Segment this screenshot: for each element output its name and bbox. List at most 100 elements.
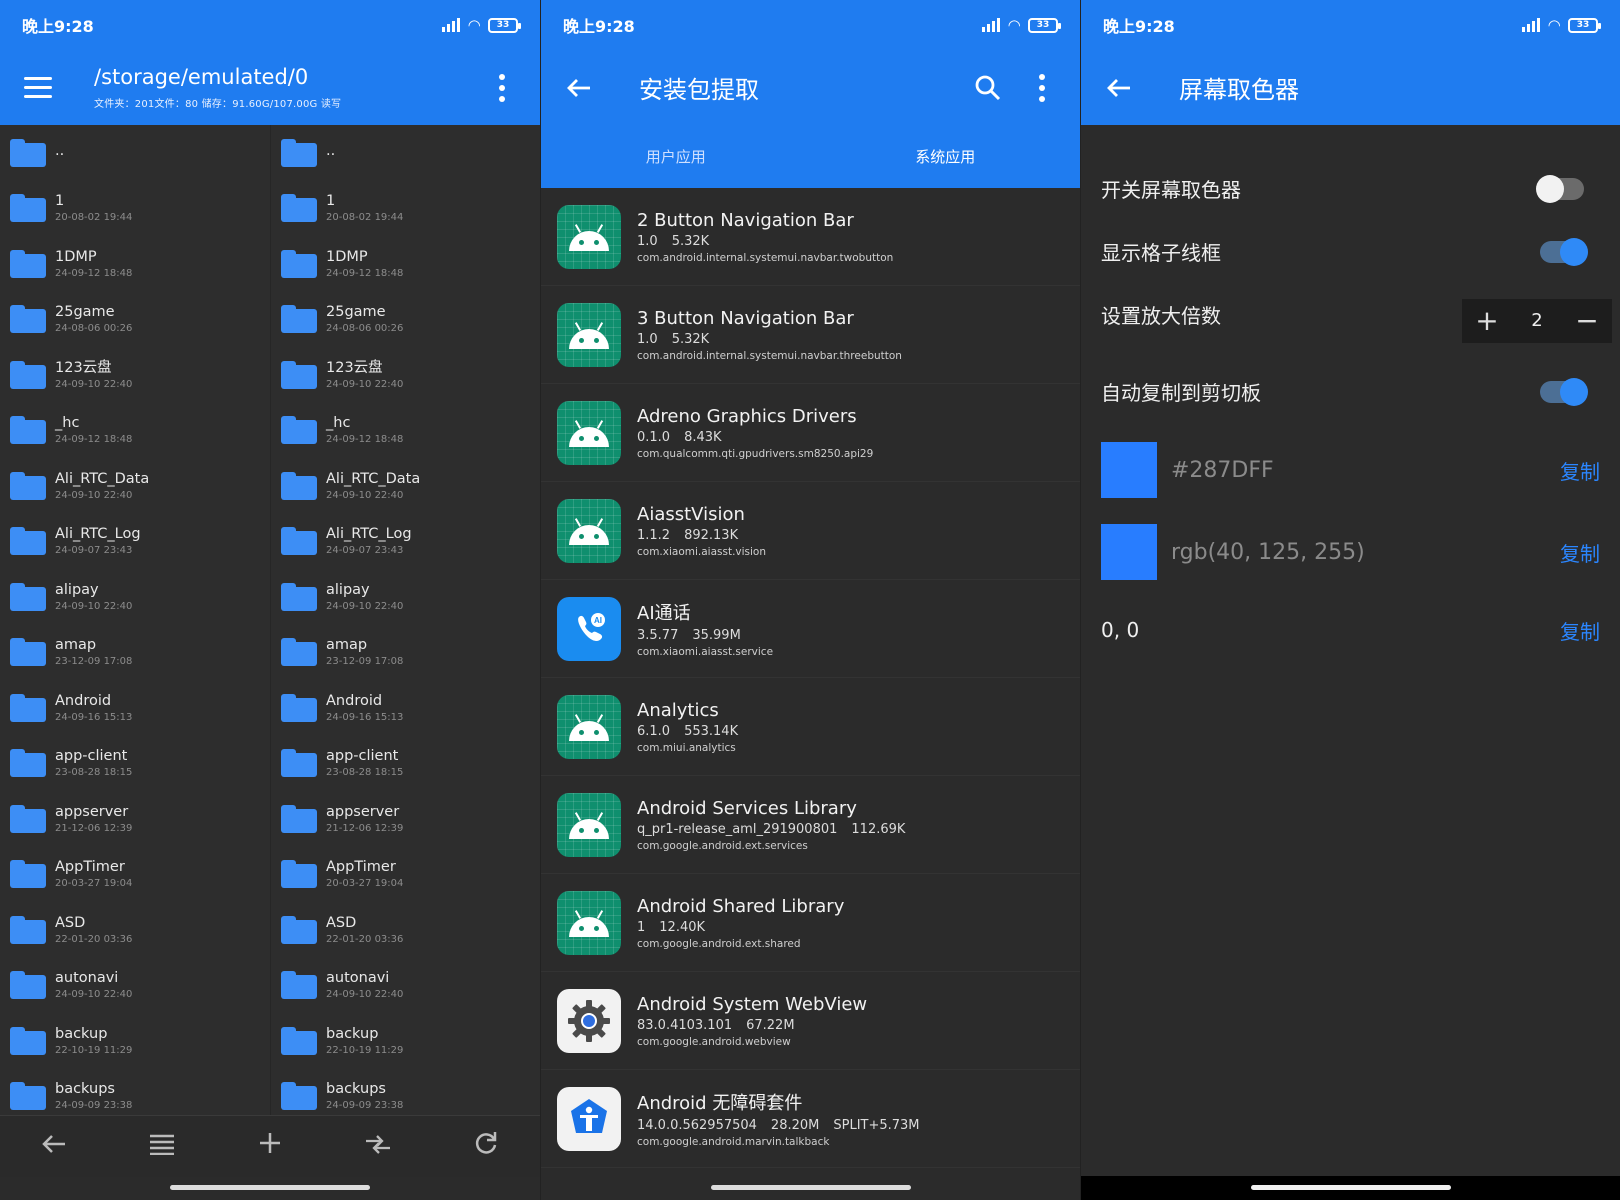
tab-user-apps[interactable]: 用户应用 [541,125,811,188]
folder-row[interactable]: amap 23-12-09 17:08 [271,625,540,681]
coords-value: 0, 0 [1101,618,1140,642]
folder-icon [10,471,46,500]
app-list-item[interactable]: AiasstVision 1.1.2 892.13K com.xiaomi.aiass… [541,482,1080,580]
folder-name: Android [326,692,383,709]
file-manager-screen: 晚上9:28 ◠ 33 /storage/emulated/0 文件夹：201文… [0,0,540,1200]
app-list-item[interactable]: Android Shared Library 1 12.40K com.google.… [541,874,1080,972]
back-arrow-icon[interactable] [32,1132,76,1162]
app-bar: 屏幕取色器 [1081,50,1620,125]
folder-row[interactable]: Ali_RTC_Data 24-09-10 22:40 [0,458,270,514]
app-version: 1 [637,919,646,935]
folder-row[interactable]: AppTimer 20-03-27 19:04 [271,847,540,903]
folder-row[interactable]: appserver 21-12-06 12:39 [0,791,270,847]
folder-row[interactable]: _hc 24-09-12 18:48 [271,403,540,459]
folder-date: 24-08-06 00:26 [55,323,133,335]
app-package: com.qualcomm.qti.gpudrivers.sm8250.api29 [637,447,874,460]
app-name: Android Services Library [637,797,857,819]
app-list-item[interactable]: 2 Button Navigation Bar 1.0 5.32K com.andro… [541,188,1080,286]
folder-name: alipay [326,581,370,598]
folder-row[interactable]: ASD 22-01-20 03:36 [271,902,540,958]
copy-rgb-button[interactable]: 复制 [1560,538,1600,567]
app-list-item[interactable]: 3 Button Navigation Bar 1.0 5.32K com.andro… [541,286,1080,384]
phone-call-icon: AI [557,596,621,661]
folder-row[interactable]: Android 24-09-16 15:13 [0,680,270,736]
folder-row[interactable]: backup 22-10-19 11:29 [271,1013,540,1069]
picker-toggle-row: 开关屏幕取色器 [1101,157,1600,220]
folder-row[interactable]: AppTimer 20-03-27 19:04 [0,847,270,903]
folder-row[interactable]: autonavi 24-09-10 22:40 [271,958,540,1014]
folder-date: 22-01-20 03:36 [55,933,133,945]
app-list-item[interactable]: Android 无障碍套件 14.0.0.562957504 28.20M SPLIT… [541,1070,1080,1168]
folder-name: Ali_RTC_Data [326,470,421,487]
app-list-item[interactable]: Android System WebView 83.0.4103.101 67.22… [541,972,1080,1070]
app-list-item[interactable]: Adreno Graphics Drivers 0.1.0 8.43K com.qua… [541,384,1080,482]
app-name: Android System WebView [637,993,868,1015]
zoom-value: 2 [1531,310,1543,331]
home-indicator[interactable] [711,1185,911,1190]
folder-row[interactable]: app-client 23-08-28 18:15 [271,736,540,792]
signal-icon [1522,18,1541,32]
back-arrow-icon[interactable] [561,70,597,106]
folder-row[interactable]: ASD 22-01-20 03:36 [0,902,270,958]
folder-row[interactable]: autonavi 24-09-10 22:40 [0,958,270,1014]
folder-name: 1 [55,193,65,210]
folder-icon [281,249,317,278]
folder-row[interactable]: Android 24-09-16 15:13 [271,680,540,736]
folder-name: 25game [326,304,386,321]
folder-row[interactable]: .. [271,125,540,181]
app-size: 28.20M [770,1118,820,1133]
app-size: 5.32K [671,233,710,249]
folder-row[interactable]: Ali_RTC_Log 24-09-07 23:43 [0,514,270,570]
folder-row[interactable]: 1 20-08-02 19:44 [271,181,540,237]
picker-toggle-switch[interactable] [1536,174,1584,203]
folder-row[interactable]: 1DMP 24-09-12 18:48 [0,236,270,292]
folder-row[interactable]: amap 23-12-09 17:08 [0,625,270,681]
app-list-item[interactable]: Android Services Library q_pr1-release_am… [541,776,1080,874]
folder-row[interactable]: Ali_RTC_Log 24-09-07 23:43 [271,514,540,570]
app-list-item[interactable]: AI AI通话 3.5.77 35.99M com.xiaomi.aiasst.serv… [541,580,1080,678]
folder-row[interactable]: .. [0,125,270,181]
folder-row[interactable]: 25game 24-08-06 00:26 [0,292,270,348]
folder-row[interactable]: backup 22-10-19 11:29 [0,1013,270,1069]
back-arrow-icon[interactable] [1101,70,1137,106]
folder-row[interactable]: app-client 23-08-28 18:15 [0,736,270,792]
more-options-icon[interactable] [1024,70,1060,106]
grid-toggle-switch[interactable] [1540,237,1588,266]
app-list-item[interactable]: Analytics 6.1.0 553.14K com.miui.analytics [541,678,1080,776]
folder-row[interactable]: Ali_RTC_Data 24-09-10 22:40 [271,458,540,514]
copy-hex-button[interactable]: 复制 [1560,456,1600,485]
folder-row[interactable]: alipay 24-09-10 22:40 [0,569,270,625]
tab-system-apps[interactable]: 系统应用 [811,125,1081,188]
folder-row[interactable]: appserver 21-12-06 12:39 [271,791,540,847]
folder-row[interactable]: 123云盘 24-09-10 22:40 [0,347,270,403]
folder-row[interactable]: 123云盘 24-09-10 22:40 [271,347,540,403]
swap-icon[interactable] [356,1132,400,1162]
folder-name: 123云盘 [326,359,383,376]
folder-icon [281,1026,317,1055]
folder-name: .. [326,143,336,160]
current-path: /storage/emulated/0 [94,65,309,89]
home-indicator[interactable] [170,1185,370,1190]
folder-icon [281,138,317,167]
folder-row[interactable]: _hc 24-09-12 18:48 [0,403,270,459]
autocopy-toggle-switch[interactable] [1540,377,1588,406]
app-package: com.miui.analytics [637,741,736,754]
app-name: Android 无障碍套件 [637,1093,803,1114]
home-indicator[interactable] [1251,1185,1451,1190]
zoom-decrease-button[interactable]: − [1572,304,1602,337]
folder-row[interactable]: 25game 24-08-06 00:26 [271,292,540,348]
menu-icon[interactable] [20,70,56,106]
storage-summary: 文件夹：201文件：80 储存：91.60G/107.00G 读写 [94,99,342,110]
refresh-icon[interactable] [464,1130,508,1163]
folder-row[interactable]: 1DMP 24-09-12 18:48 [271,236,540,292]
search-icon[interactable] [970,70,1006,106]
folder-name: 1 [326,193,336,210]
folder-row[interactable]: 1 20-08-02 19:44 [0,181,270,237]
folder-row[interactable]: alipay 24-09-10 22:40 [271,569,540,625]
folder-name: AppTimer [55,859,125,876]
more-options-icon[interactable] [484,70,520,106]
list-icon[interactable] [140,1132,184,1162]
copy-coords-button[interactable]: 复制 [1560,616,1600,645]
zoom-increase-button[interactable]: + [1472,304,1502,337]
add-icon[interactable] [248,1131,292,1162]
